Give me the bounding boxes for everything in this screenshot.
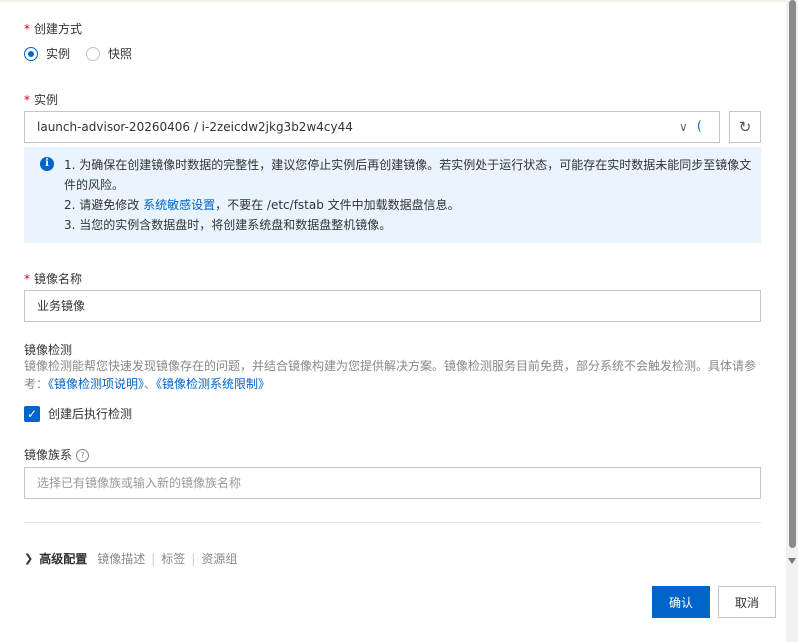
confirm-button[interactable]: 确认 <box>652 586 710 618</box>
sensitive-settings-link[interactable]: 系统敏感设置 <box>143 198 215 212</box>
run-check-checkbox-row[interactable]: ✓ 创建后执行检测 <box>24 405 132 422</box>
checkbox-checked-icon[interactable]: ✓ <box>24 405 40 422</box>
run-check-label: 创建后执行检测 <box>48 407 133 421</box>
separator: | <box>151 551 156 566</box>
refresh-icon: ↻ <box>738 118 752 136</box>
instance-label: * 实例 <box>24 93 59 107</box>
help-icon[interactable]: ? <box>76 449 90 462</box>
image-name-input[interactable]: 业务镜像 <box>24 290 761 322</box>
advanced-config-title: 高级配置 <box>39 552 88 566</box>
radio-snapshot-label: 快照 <box>108 47 133 61</box>
radio-snapshot[interactable]: 快照 <box>86 45 132 62</box>
cancel-button[interactable]: 取消 <box>718 586 776 618</box>
radio-circle-icon <box>86 46 101 61</box>
check-items-link[interactable]: 《镜像检测项说明》 <box>48 377 144 391</box>
radio-circle-icon <box>24 46 38 61</box>
create-method-radio-group: 实例 快照 <box>24 45 148 62</box>
image-name-label: * 镜像名称 <box>24 272 83 286</box>
section-divider <box>24 522 761 523</box>
required-mark: * <box>24 93 30 107</box>
image-check-description: 镜像检测能帮您快速发现镜像存在的问题，并结合镜像构建为您提供解决方案。镜像检测服… <box>24 359 757 391</box>
refresh-button[interactable]: ↻ <box>729 111 761 143</box>
instance-select-value: launch-advisor-20260406 / i-2zeicdw2jkg3… <box>37 120 353 134</box>
required-mark: * <box>24 22 30 36</box>
check-limits-link[interactable]: 《镜像检测系统限制》 <box>156 377 270 391</box>
notice-line-1: 1. 为确保在创建镜像时数据的完整性，建议您停止实例后再创建镜像。若实例处于运行… <box>64 158 752 192</box>
advanced-item-resource-group: 资源组 <box>201 552 238 566</box>
advanced-item-tags: 标签 <box>161 552 186 566</box>
radio-instance[interactable]: 实例 <box>24 45 70 62</box>
chevron-down-icon[interactable]: ∨ <box>679 120 688 134</box>
separator: | <box>191 551 196 566</box>
advanced-item-description: 镜像描述 <box>97 552 146 566</box>
chevron-right-icon: ❯ <box>24 552 34 565</box>
image-check-label: 镜像检测 <box>24 343 73 357</box>
info-icon: i <box>40 157 54 171</box>
radio-instance-label: 实例 <box>46 47 71 61</box>
scroll-down-arrow-icon[interactable] <box>788 558 796 564</box>
notice-line-3: 3. 当您的实例含数据盘时，将创建系统盘和数据盘整机镜像。 <box>64 218 392 232</box>
loading-spinner-icon: ( <box>697 119 702 133</box>
image-family-input[interactable]: 选择已有镜像族或输入新的镜像族名称 <box>24 467 761 499</box>
create-method-label: * 创建方式 <box>24 22 83 36</box>
scrollbar-thumb[interactable] <box>789 0 796 548</box>
required-mark: * <box>24 272 30 286</box>
instance-select[interactable]: launch-advisor-20260406 / i-2zeicdw2jkg3… <box>24 111 720 143</box>
image-family-label: 镜像族系? <box>24 446 90 463</box>
advanced-config-toggle[interactable]: ❯ 高级配置 镜像描述 | 标签 | 资源组 <box>24 550 237 567</box>
top-border <box>0 0 786 2</box>
info-notice: i 1. 为确保在创建镜像时数据的完整性，建议您停止实例后再创建镜像。若实例处于… <box>24 147 761 243</box>
notice-line-2: 2. 请避免修改 系统敏感设置，不要在 /etc/fstab 文件中加载数据盘信… <box>64 198 460 212</box>
